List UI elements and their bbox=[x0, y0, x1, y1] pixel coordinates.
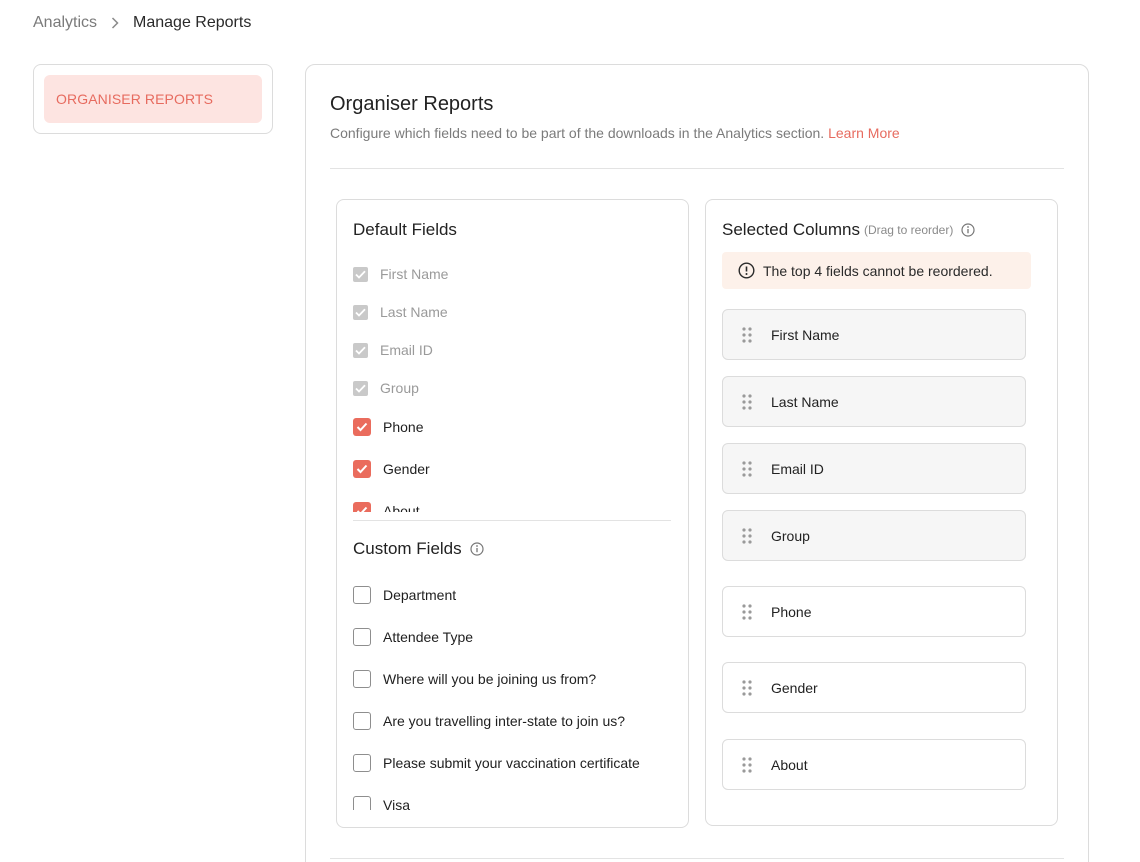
footer-divider bbox=[330, 858, 1064, 859]
field-label: About bbox=[383, 503, 420, 512]
checkbox-unchecked[interactable] bbox=[353, 586, 371, 604]
drag-handle-icon[interactable] bbox=[741, 603, 753, 621]
custom-field-vaccination[interactable]: Please submit your vaccination certifica… bbox=[353, 754, 640, 772]
field-label: First Name bbox=[380, 266, 449, 282]
main-card: Organiser Reports Configure which fields… bbox=[305, 64, 1089, 862]
sidebar-item-organiser-reports[interactable]: ORGANISER REPORTS bbox=[44, 75, 262, 123]
drag-handle-icon bbox=[741, 527, 753, 545]
checkbox-unchecked[interactable] bbox=[353, 670, 371, 688]
field-label: Last Name bbox=[380, 304, 448, 320]
checkbox-unchecked[interactable] bbox=[353, 796, 371, 810]
default-fields-title-text: Default Fields bbox=[353, 220, 457, 239]
drag-handle-icon bbox=[741, 393, 753, 411]
column-label: Group bbox=[771, 527, 810, 544]
breadcrumb: Analytics Manage Reports bbox=[33, 12, 251, 34]
breadcrumb-current: Manage Reports bbox=[133, 14, 252, 31]
page-title: Organiser Reports bbox=[330, 93, 494, 115]
field-label: Email ID bbox=[380, 342, 433, 358]
default-fields-list[interactable]: First Name Last Name Email ID Group Phon… bbox=[353, 258, 673, 512]
info-icon[interactable] bbox=[470, 542, 484, 556]
custom-field-department[interactable]: Department bbox=[353, 586, 456, 604]
custom-field-inter-state[interactable]: Are you travelling inter-state to join u… bbox=[353, 712, 625, 730]
selected-column-phone[interactable]: Phone bbox=[722, 586, 1026, 637]
selected-columns-title: Selected Columns (Drag to reorder) bbox=[722, 220, 975, 240]
custom-fields-title-text: Custom Fields bbox=[353, 539, 462, 558]
default-field-about[interactable]: About bbox=[353, 502, 420, 512]
checkbox-checked[interactable] bbox=[353, 460, 371, 478]
page-description: Configure which fields need to be part o… bbox=[330, 125, 900, 141]
alert-circle-icon bbox=[738, 262, 755, 279]
field-label: Attendee Type bbox=[383, 629, 474, 645]
custom-field-visa[interactable]: Visa bbox=[353, 796, 410, 810]
checkmark-icon bbox=[355, 346, 366, 355]
sidebar-item-label: ORGANISER REPORTS bbox=[56, 91, 214, 107]
fields-divider bbox=[353, 520, 671, 521]
column-label: Gender bbox=[771, 679, 818, 696]
field-label: Group bbox=[380, 380, 419, 396]
checkmark-icon bbox=[355, 308, 366, 317]
selected-column-last-name: Last Name bbox=[722, 376, 1026, 427]
custom-fields-list[interactable]: Department Attendee Type Where will you … bbox=[353, 578, 673, 810]
column-label: Last Name bbox=[771, 393, 839, 410]
custom-field-attendee-type[interactable]: Attendee Type bbox=[353, 628, 473, 646]
drag-handle-icon bbox=[741, 326, 753, 344]
selected-column-email-id: Email ID bbox=[722, 443, 1026, 494]
checkbox-disabled bbox=[353, 266, 368, 282]
checkmark-icon bbox=[355, 270, 366, 279]
sidebar: ORGANISER REPORTS bbox=[33, 64, 273, 134]
drag-hint: (Drag to reorder) bbox=[863, 223, 954, 237]
checkbox-checked[interactable] bbox=[353, 502, 371, 512]
learn-more-link[interactable]: Learn More bbox=[828, 125, 900, 141]
checkbox-unchecked[interactable] bbox=[353, 754, 371, 772]
column-label: Phone bbox=[771, 603, 812, 620]
selected-column-about[interactable]: About bbox=[722, 739, 1026, 790]
checkmark-icon bbox=[356, 506, 368, 512]
description-text: Configure which fields need to be part o… bbox=[330, 125, 825, 141]
drag-handle-icon[interactable] bbox=[741, 679, 753, 697]
checkmark-icon bbox=[356, 422, 368, 432]
column-label: About bbox=[771, 756, 808, 773]
field-label: Where will you be joining us from? bbox=[383, 671, 597, 687]
notice-text: The top 4 fields cannot be reordered. bbox=[763, 262, 993, 279]
breadcrumb-analytics-link[interactable]: Analytics bbox=[33, 14, 97, 32]
selected-column-gender[interactable]: Gender bbox=[722, 662, 1026, 713]
default-field-email-id: Email ID bbox=[353, 342, 433, 358]
default-field-group: Group bbox=[353, 380, 419, 396]
fields-panel: Default Fields First Name Last Name Emai… bbox=[336, 199, 689, 828]
default-field-last-name: Last Name bbox=[353, 304, 448, 320]
custom-field-joining-from[interactable]: Where will you be joining us from? bbox=[353, 670, 596, 688]
field-label: Department bbox=[383, 587, 457, 603]
checkbox-disabled bbox=[353, 304, 368, 320]
default-field-first-name: First Name bbox=[353, 266, 448, 282]
selected-columns-panel: Selected Columns (Drag to reorder) The t… bbox=[705, 199, 1058, 826]
checkmark-icon bbox=[356, 464, 368, 474]
checkbox-unchecked[interactable] bbox=[353, 628, 371, 646]
default-field-gender[interactable]: Gender bbox=[353, 460, 430, 478]
checkbox-unchecked[interactable] bbox=[353, 712, 371, 730]
drag-handle-icon bbox=[741, 460, 753, 478]
field-label: Phone bbox=[383, 419, 424, 435]
field-label: Visa bbox=[383, 797, 410, 810]
info-icon[interactable] bbox=[961, 223, 975, 237]
custom-fields-title: Custom Fields bbox=[353, 539, 484, 559]
checkmark-icon bbox=[355, 384, 366, 393]
header-divider bbox=[330, 168, 1064, 169]
field-label: Please submit your vaccination certifica… bbox=[383, 755, 640, 771]
chevron-right-icon bbox=[111, 17, 119, 29]
column-label: Email ID bbox=[771, 460, 824, 477]
field-label: Gender bbox=[383, 461, 430, 477]
selected-column-group: Group bbox=[722, 510, 1026, 561]
default-field-phone[interactable]: Phone bbox=[353, 418, 423, 436]
checkbox-disabled bbox=[353, 380, 368, 396]
checkbox-checked[interactable] bbox=[353, 418, 371, 436]
field-label: Are you travelling inter-state to join u… bbox=[383, 713, 626, 729]
selected-column-first-name: First Name bbox=[722, 309, 1026, 360]
selected-columns-title-text: Selected Columns bbox=[722, 220, 860, 239]
default-fields-title: Default Fields bbox=[353, 220, 457, 240]
drag-handle-icon[interactable] bbox=[741, 756, 753, 774]
checkbox-disabled bbox=[353, 342, 368, 358]
reorder-notice: The top 4 fields cannot be reordered. bbox=[722, 252, 1031, 289]
column-label: First Name bbox=[771, 326, 840, 343]
